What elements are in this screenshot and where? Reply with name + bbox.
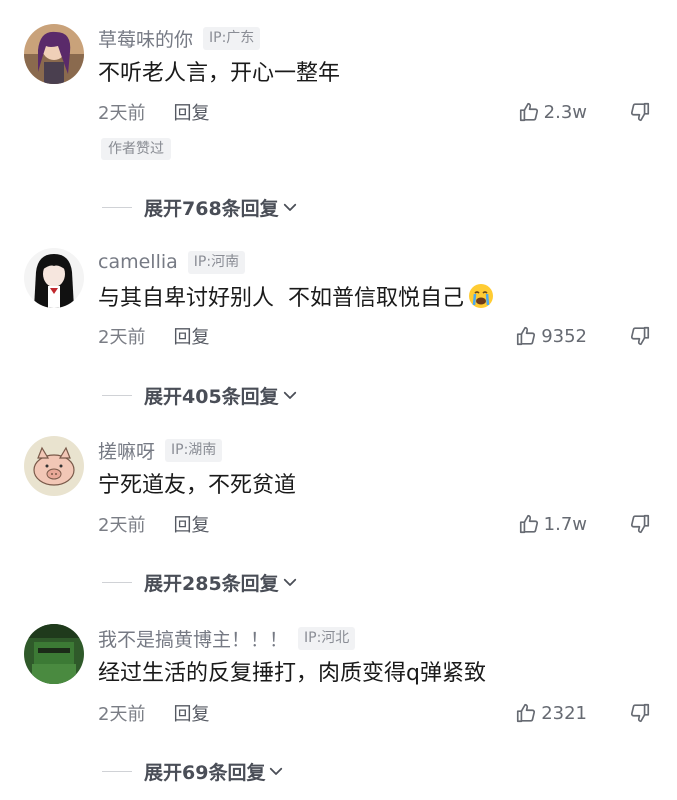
timestamp: 2天前 — [98, 103, 146, 124]
expand-replies-button[interactable]: 展开69条回复 — [102, 756, 285, 786]
divider — [102, 770, 132, 772]
ip-location-badge: IP:河南 — [187, 250, 246, 274]
timestamp: 2天前 — [98, 515, 146, 536]
reply-button[interactable]: 回复 — [173, 700, 209, 726]
expand-replies-label: 展开405条回复 — [144, 385, 279, 408]
expand-replies-label: 展开69条回复 — [144, 761, 266, 784]
comment-text: 与其自卑讨好别人 不如普信取悦自己 — [98, 283, 494, 314]
like-button[interactable]: 1.7w — [518, 513, 587, 535]
like-count: 2.3w — [543, 101, 587, 123]
comment-text: 宁死道友，不死贫道 — [98, 473, 297, 498]
comment-meta: 2天前 回复 2321 — [98, 698, 651, 728]
avatar[interactable] — [24, 624, 84, 684]
comment-header: 我不是搞黄博主！！！ IP:河北 — [98, 623, 356, 653]
like-button[interactable]: 2.3w — [518, 101, 587, 123]
avatar[interactable] — [24, 248, 84, 308]
like-count: 2321 — [541, 702, 587, 724]
expand-replies-label: 展开285条回复 — [144, 572, 279, 595]
author-liked-badge: 作者赞过 — [101, 138, 171, 160]
expand-replies-button[interactable]: 展开405条回复 — [102, 380, 299, 410]
avatar[interactable] — [24, 436, 84, 496]
like-button[interactable]: 2321 — [515, 702, 587, 724]
like-count: 9352 — [541, 325, 587, 347]
avatar[interactable] — [24, 24, 84, 84]
thumbs-up-icon — [519, 514, 538, 534]
comment-meta: 2天前 回复 2.3w — [98, 97, 651, 127]
reply-button[interactable]: 回复 — [173, 99, 209, 125]
username[interactable]: 搓嘛呀 — [98, 437, 155, 464]
ip-location-badge: IP:湖南 — [165, 438, 223, 462]
thumbs-down-icon[interactable] — [629, 325, 651, 347]
chevron-down-icon — [283, 578, 296, 586]
username[interactable]: 我不是搞黄博主！！！ — [98, 625, 288, 652]
thumbs-up-icon — [519, 102, 538, 122]
username[interactable]: 草莓味的你 — [98, 25, 193, 52]
username[interactable]: camellia — [98, 251, 178, 273]
chevron-down-icon — [283, 391, 296, 399]
chevron-down-icon — [283, 203, 296, 211]
thumbs-down-icon[interactable] — [629, 702, 651, 724]
comment-header: 搓嘛呀 IP:湖南 — [98, 435, 223, 465]
expand-replies-button[interactable]: 展开768条回复 — [102, 192, 299, 222]
like-button[interactable]: 9352 — [515, 325, 587, 347]
comment-text: 经过生活的反复捶打，肉质变得q弹紧致 — [98, 661, 486, 686]
divider — [102, 394, 132, 396]
ip-location-badge: IP:河北 — [298, 626, 356, 650]
thumbs-down-icon[interactable] — [629, 101, 651, 123]
like-count: 1.7w — [543, 513, 587, 535]
comment-text: 不听老人言，开心一整年 — [98, 61, 341, 86]
divider — [102, 206, 132, 208]
divider — [102, 581, 132, 583]
timestamp: 2天前 — [98, 327, 146, 348]
comment-header: camellia IP:河南 — [98, 247, 246, 277]
timestamp: 2天前 — [98, 704, 146, 725]
thumbs-up-icon — [517, 703, 536, 723]
crying-face-icon — [469, 284, 493, 308]
ip-location-badge: IP:广东 — [203, 26, 261, 50]
chevron-down-icon — [270, 767, 283, 775]
expand-replies-button[interactable]: 展开285条回复 — [102, 567, 299, 597]
reply-button[interactable]: 回复 — [173, 323, 209, 349]
expand-replies-label: 展开768条回复 — [144, 197, 279, 220]
reply-button[interactable]: 回复 — [173, 511, 209, 537]
comment-meta: 2天前 回复 1.7w — [98, 509, 651, 539]
comment-meta: 2天前 回复 9352 — [98, 321, 651, 351]
thumbs-down-icon[interactable] — [629, 513, 651, 535]
comment-header: 草莓味的你 IP:广东 — [98, 23, 261, 53]
thumbs-up-icon — [517, 326, 536, 346]
